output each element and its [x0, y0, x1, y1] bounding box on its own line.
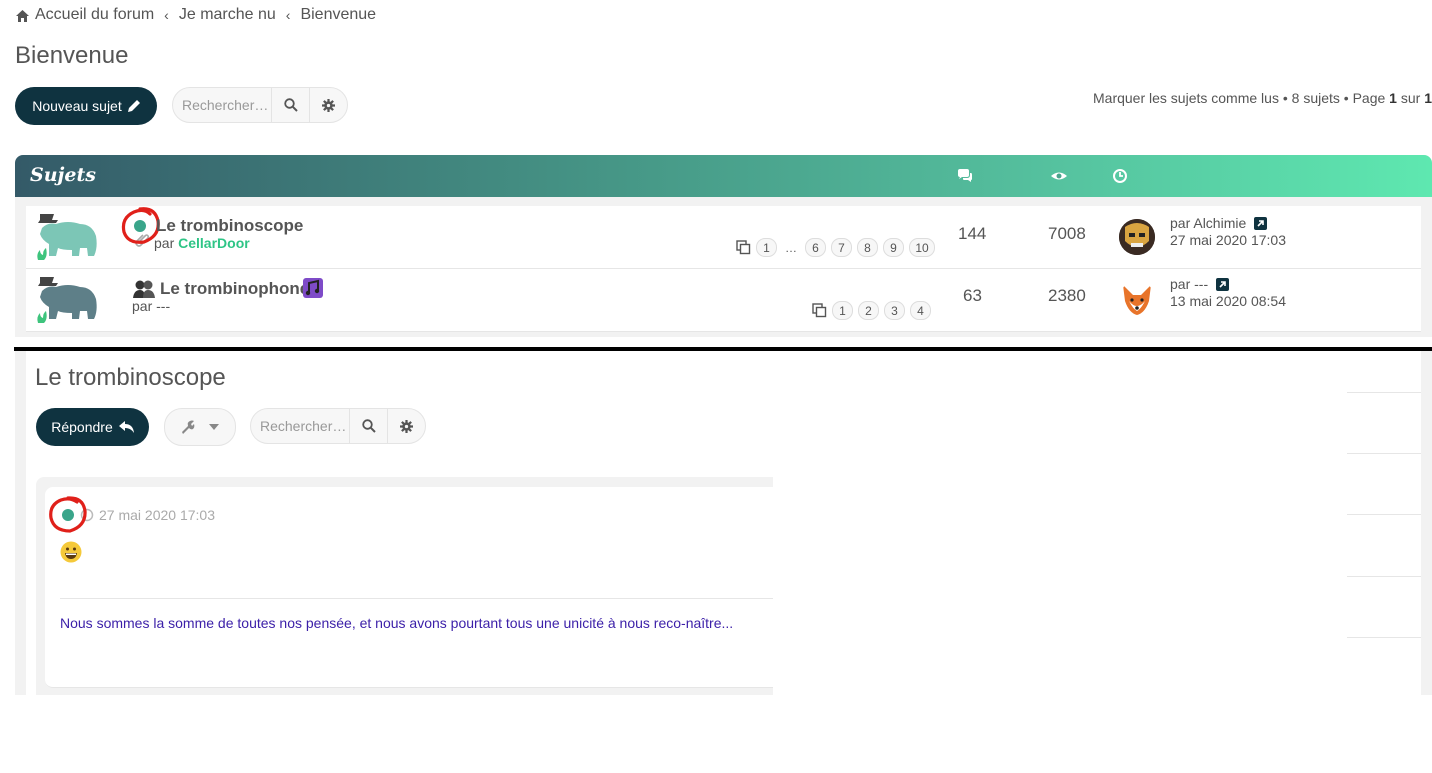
page-link[interactable]: 4 — [910, 301, 931, 320]
topic-pagination: 1 … 6 7 8 9 10 — [736, 238, 935, 257]
page-link[interactable]: 10 — [909, 238, 935, 257]
sidebar-divider — [1347, 392, 1421, 393]
page-link[interactable]: 7 — [831, 238, 852, 257]
topics-header-label: Sujets — [30, 164, 96, 186]
page-current: 1 — [1389, 90, 1397, 106]
pages-copy-icon — [736, 240, 751, 255]
last-poster-avatar[interactable] — [1119, 281, 1155, 317]
topic-row: Le trombinoscope par CellarDoor 1 … 6 7 … — [26, 206, 1421, 269]
people-icon — [133, 280, 155, 298]
search-button[interactable] — [350, 409, 389, 443]
views-eye-icon — [1051, 172, 1067, 180]
views-count: 2380 — [1048, 286, 1086, 305]
pages-copy-icon — [812, 303, 827, 318]
reply-arrow-icon — [118, 421, 134, 433]
breadcrumb-separator: ‹ — [164, 7, 169, 23]
bear-topic-icon — [37, 277, 97, 323]
topic-byline: par CellarDoor — [154, 235, 250, 251]
forum-title: Bienvenue — [15, 42, 129, 69]
last-post-info: par --- 13 mai 2020 08:54 — [1170, 276, 1286, 310]
unread-status-icon — [49, 496, 87, 533]
search-input[interactable]: Rechercher… — [251, 409, 351, 443]
page-link[interactable]: 6 — [805, 238, 826, 257]
page-total: 1 — [1424, 90, 1432, 106]
replies-count: 144 — [958, 224, 987, 243]
topic-author-link[interactable]: CellarDoor — [178, 235, 250, 251]
topic-byline: par --- — [132, 298, 171, 314]
search-button[interactable] — [272, 88, 311, 122]
topic-search: Rechercher… — [250, 408, 426, 444]
page-link[interactable]: 9 — [883, 238, 904, 257]
post-date: 27 mai 2020 17:03 — [99, 507, 215, 523]
breadcrumb-forum-home[interactable]: Accueil du forum — [35, 6, 154, 24]
topic-title-link[interactable]: Le trombinophone — [160, 279, 309, 299]
page-link[interactable]: 1 — [832, 301, 853, 320]
post-signature-divider — [60, 598, 773, 599]
helmet-avatar-icon — [1119, 219, 1155, 255]
sidebar-divider — [1347, 453, 1421, 454]
topic-row: Le trombinophone par --- 1 2 3 4 63 2380… — [26, 269, 1421, 332]
clock-icon — [1113, 169, 1127, 183]
home-icon — [16, 10, 29, 22]
topic-title-link[interactable]: Le trombinoscope — [156, 216, 303, 236]
search-input[interactable]: Rechercher… — [173, 88, 273, 122]
topic-pagination: 1 2 3 4 — [812, 301, 931, 320]
gear-icon — [322, 98, 336, 112]
bear-topic-icon — [37, 214, 97, 260]
last-poster-avatar[interactable] — [1119, 219, 1155, 255]
sidebar-divider — [1347, 514, 1421, 515]
goto-last-post-icon[interactable] — [1216, 278, 1230, 291]
gear-icon — [400, 419, 414, 433]
breadcrumb-je-marche-nu[interactable]: Je marche nu — [179, 6, 276, 24]
page-link[interactable]: 1 — [756, 238, 777, 257]
new-topic-button[interactable]: Nouveau sujet — [15, 87, 157, 125]
last-post-date: 13 mai 2020 08:54 — [1170, 293, 1286, 309]
chevron-down-icon — [209, 424, 219, 430]
breadcrumb-separator: ‹ — [285, 7, 291, 23]
replies-count: 63 — [963, 286, 982, 305]
fox-avatar-icon — [1123, 285, 1151, 315]
page-link[interactable]: 8 — [857, 238, 878, 257]
wrench-icon — [182, 420, 195, 434]
page-link[interactable]: 2 — [858, 301, 879, 320]
goto-last-post-icon[interactable] — [1254, 217, 1268, 230]
last-post-date: 27 mai 2020 17:03 — [1170, 232, 1286, 248]
views-count: 7008 — [1048, 224, 1086, 243]
sidebar-divider — [1347, 637, 1421, 638]
sidebar-divider — [1347, 576, 1421, 577]
pagination-info: Marquer les sujets comme lus • 8 sujets … — [1093, 90, 1432, 106]
breadcrumb-bienvenue[interactable]: Bienvenue — [300, 6, 376, 24]
topics-header: Sujets — [15, 155, 1432, 197]
breadcrumb: Accueil du forum ‹ Je marche nu ‹ Bienve… — [16, 6, 376, 24]
topics-count: 8 sujets — [1291, 90, 1340, 106]
forum-search: Rechercher… — [172, 87, 348, 123]
last-post-info: par Alchimie 27 mai 2020 17:03 — [1170, 215, 1286, 249]
music-notes-icon — [303, 278, 323, 298]
advanced-search-button[interactable] — [388, 409, 425, 443]
reply-label: Répondre — [51, 419, 113, 435]
mark-topics-read-link[interactable]: Marquer les sujets comme lus — [1093, 90, 1279, 106]
last-poster-link[interactable]: par Alchimie — [1170, 215, 1246, 231]
advanced-search-button[interactable] — [310, 88, 347, 122]
reply-button[interactable]: Répondre — [36, 408, 149, 446]
page-ellipsis: … — [785, 240, 797, 255]
replies-icon — [958, 169, 972, 182]
page-link[interactable]: 3 — [884, 301, 905, 320]
new-topic-label: Nouveau sujet — [32, 98, 122, 114]
search-icon — [362, 419, 376, 433]
topic-tools-dropdown[interactable] — [164, 408, 236, 446]
last-poster-link[interactable]: par --- — [1170, 276, 1208, 292]
topic-title: Le trombinoscope — [35, 364, 226, 391]
search-icon — [284, 98, 298, 112]
pencil-icon — [127, 100, 140, 112]
post-signature-text: Nous sommes la somme de toutes nos pensé… — [60, 615, 734, 631]
grinning-smiley-icon — [60, 541, 82, 563]
